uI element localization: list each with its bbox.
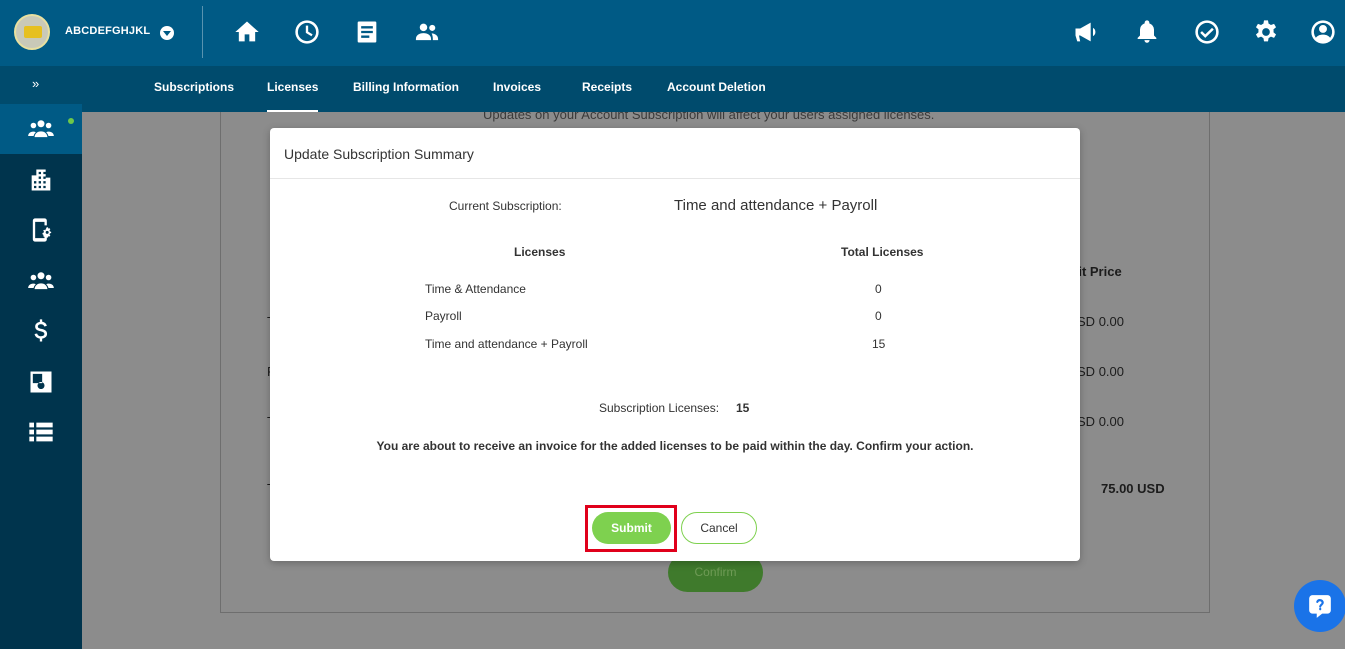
help-chat-icon — [1309, 595, 1331, 618]
license-name-2: Payroll — [425, 309, 462, 323]
sidebar — [0, 104, 82, 649]
update-subscription-modal: Update Subscription Summary Current Subs… — [270, 128, 1080, 561]
gear-icon[interactable] — [1252, 18, 1280, 46]
subscription-licenses-label: Subscription Licenses: — [599, 401, 720, 415]
tab-invoices[interactable]: Invoices — [493, 80, 541, 112]
license-count-2: 0 — [875, 309, 882, 323]
home-icon[interactable] — [233, 18, 261, 46]
tab-account-deletion[interactable]: Account Deletion — [667, 80, 766, 112]
chevron-down-icon[interactable] — [160, 26, 174, 40]
users-group-icon[interactable] — [27, 115, 55, 143]
submit-button[interactable]: Submit — [592, 512, 671, 544]
user-circle-icon[interactable] — [1309, 18, 1337, 46]
shapes-icon[interactable] — [27, 368, 55, 396]
document-icon[interactable] — [353, 18, 381, 46]
expand-sidebar-icon[interactable]: » — [32, 76, 39, 91]
top-bar: ABCDEFGHJKL — [0, 0, 1345, 66]
sub-navigation: » Subscriptions Licenses Billing Informa… — [0, 66, 1345, 112]
license-count-3: 15 — [872, 337, 886, 351]
license-name-3: Time and attendance + Payroll — [425, 337, 588, 351]
team-icon[interactable] — [27, 267, 55, 295]
license-name-1: Time & Attendance — [425, 282, 526, 296]
licenses-column-header: Licenses — [514, 245, 566, 259]
company-name[interactable]: ABCDEFGHJKL — [65, 25, 150, 37]
confirmation-message: You are about to receive an invoice for … — [376, 439, 974, 453]
company-avatar[interactable] — [14, 14, 50, 50]
app-root: Updates on your Account Subscription wil… — [0, 0, 1345, 649]
tab-licenses[interactable]: Licenses — [267, 80, 319, 112]
divider — [202, 6, 203, 58]
subscription-licenses-value: 15 — [736, 401, 750, 415]
cancel-button[interactable]: Cancel — [681, 512, 757, 544]
online-indicator — [68, 118, 74, 124]
total-price: 75.00 USD — [1101, 481, 1165, 496]
clock-icon[interactable] — [293, 18, 321, 46]
current-subscription-label: Current Subscription: — [449, 199, 562, 213]
megaphone-icon[interactable] — [1072, 18, 1100, 46]
unit-price-header: Unit Price — [1061, 264, 1211, 279]
check-circle-icon[interactable] — [1193, 18, 1221, 46]
users-icon[interactable] — [413, 18, 441, 46]
tab-billing-information[interactable]: Billing Information — [353, 80, 459, 112]
bell-icon[interactable] — [1133, 18, 1161, 46]
total-licenses-column-header: Total Licenses — [841, 245, 924, 259]
current-subscription-value: Time and attendance + Payroll — [674, 197, 878, 214]
modal-title: Update Subscription Summary — [284, 146, 474, 162]
list-icon[interactable] — [27, 418, 55, 446]
tab-receipts[interactable]: Receipts — [582, 80, 632, 112]
dollar-icon[interactable] — [27, 317, 55, 345]
help-widget-button[interactable] — [1294, 580, 1345, 632]
mobile-settings-icon[interactable] — [27, 216, 55, 244]
license-count-1: 0 — [875, 282, 882, 296]
tab-subscriptions[interactable]: Subscriptions — [154, 80, 234, 112]
modal-divider — [270, 178, 1080, 179]
building-icon[interactable] — [27, 166, 55, 194]
